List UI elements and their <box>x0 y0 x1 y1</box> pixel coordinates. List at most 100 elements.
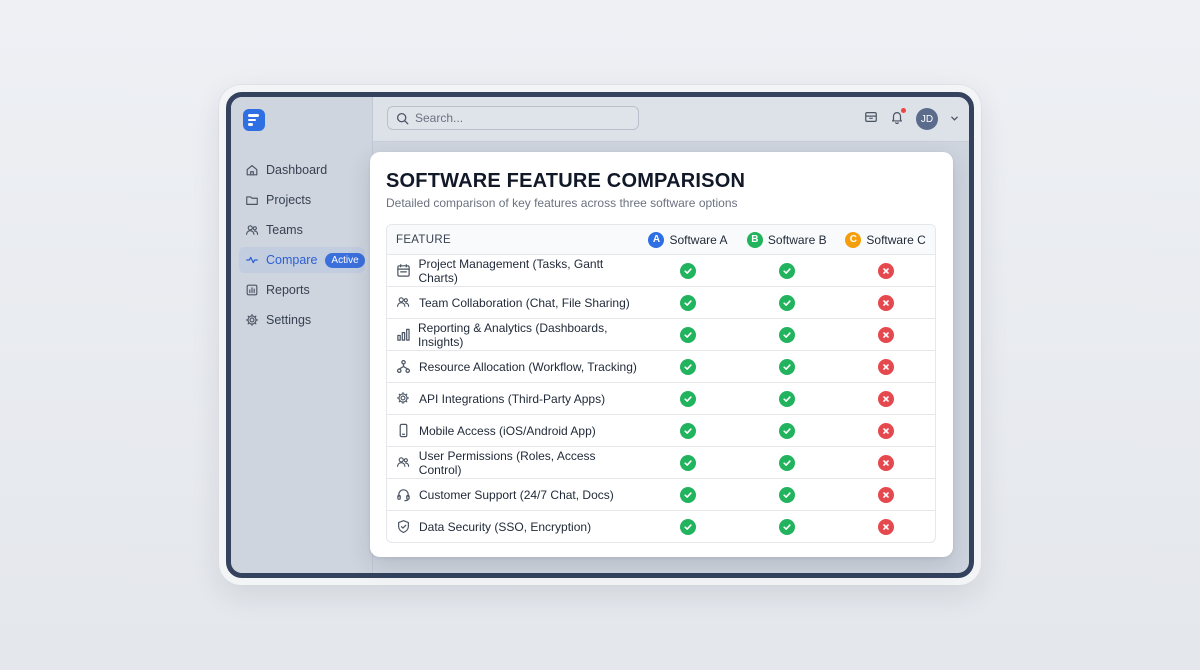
users-icon <box>396 455 412 471</box>
sidebar-item-projects[interactable]: Projects <box>239 187 365 213</box>
table-row: Reporting & Analytics (Dashboards, Insig… <box>387 318 935 350</box>
software-c-cell <box>836 326 935 343</box>
search-icon <box>396 112 409 124</box>
check-icon <box>679 390 696 407</box>
sidebar-item-teams[interactable]: Teams <box>239 217 365 243</box>
sidebar-item-label: Compare <box>266 253 318 267</box>
software-b-cell <box>737 262 836 279</box>
sidebar-item-dashboard[interactable]: Dashboard <box>239 157 365 183</box>
cross-icon <box>877 518 894 535</box>
notification-dot <box>901 107 906 113</box>
sidebar-item-label: Projects <box>266 193 312 207</box>
feature-label: Resource Allocation (Workflow, Tracking) <box>419 359 637 374</box>
check-icon <box>679 326 696 343</box>
chevron-down-icon[interactable] <box>950 110 959 128</box>
cross-icon <box>877 294 894 311</box>
workflow-icon <box>396 359 412 375</box>
check-icon <box>679 358 696 375</box>
compare-icon <box>245 253 259 267</box>
software-c-cell <box>836 390 935 407</box>
software-b-cell <box>737 518 836 535</box>
table-row: User Permissions (Roles, Access Control) <box>387 446 935 478</box>
software-c-cell <box>836 262 935 279</box>
software-c-cell <box>836 294 935 311</box>
table-row: Team Collaboration (Chat, File Sharing) <box>387 286 935 318</box>
software-c-cell <box>836 358 935 375</box>
sidebar: Dashboard Projects Teams Compare Active Repor… <box>231 97 373 573</box>
topbar: Search... JD <box>373 97 969 142</box>
sidebar-item-reports[interactable]: Reports <box>239 277 365 303</box>
software-a-badge: A <box>648 231 665 248</box>
search-input[interactable]: Search... <box>387 106 639 130</box>
check-icon <box>778 326 795 343</box>
table-header-row: FEATURE A Software A B Software B C Soft… <box>387 225 935 254</box>
shield-icon <box>396 519 412 535</box>
check-icon <box>778 390 795 407</box>
notifications-bell-icon[interactable] <box>890 107 906 129</box>
table-row: Data Security (SSO, Encryption) <box>387 510 935 542</box>
software-b-header: B Software B <box>737 231 836 248</box>
software-c-header: C Software C <box>836 231 935 248</box>
home-icon <box>245 163 259 177</box>
feature-cell: Project Management (Tasks, Gantt Charts) <box>387 257 639 285</box>
status-badge: Active <box>325 252 365 268</box>
sidebar-item-compare[interactable]: Compare Active <box>239 247 365 273</box>
user-avatar[interactable]: JD <box>916 108 938 130</box>
check-icon <box>778 422 795 439</box>
gear-icon <box>396 391 412 407</box>
comparison-card: SOFTWARE FEATURE COMPARISON Detailed com… <box>370 152 953 557</box>
folder-icon <box>245 193 259 207</box>
check-icon <box>778 454 795 471</box>
software-c-cell <box>836 422 935 439</box>
check-icon <box>679 486 696 503</box>
feature-label: Reporting & Analytics (Dashboards, Insig… <box>418 320 608 349</box>
software-c-cell <box>836 454 935 471</box>
feature-cell: Mobile Access (iOS/Android App) <box>387 423 639 439</box>
feature-label: Team Collaboration (Chat, File Sharing) <box>419 295 630 310</box>
cross-icon <box>877 422 894 439</box>
software-a-cell <box>639 358 738 375</box>
cross-icon <box>877 390 894 407</box>
table-row: Mobile Access (iOS/Android App) <box>387 414 935 446</box>
check-icon <box>778 358 795 375</box>
gear-icon <box>245 313 259 327</box>
check-icon <box>679 422 696 439</box>
headset-icon <box>396 487 412 503</box>
sidebar-item-settings[interactable]: Settings <box>239 307 365 333</box>
app-logo[interactable] <box>243 109 265 131</box>
table-row: Resource Allocation (Workflow, Tracking) <box>387 350 935 382</box>
software-b-cell <box>737 486 836 503</box>
software-a-cell <box>639 294 738 311</box>
software-c-name: Software C <box>866 232 926 247</box>
software-c-cell <box>836 486 935 503</box>
software-a-cell <box>639 422 738 439</box>
check-icon <box>679 518 696 535</box>
feature-cell: API Integrations (Third-Party Apps) <box>387 391 639 407</box>
topbar-actions: JD <box>864 107 959 130</box>
cross-icon <box>877 326 894 343</box>
users-icon <box>396 295 412 311</box>
search-placeholder: Search... <box>415 111 464 125</box>
software-b-cell <box>737 390 836 407</box>
table-row: API Integrations (Third-Party Apps) <box>387 382 935 414</box>
check-icon <box>679 454 696 471</box>
check-icon <box>778 518 795 535</box>
calendar-icon <box>396 263 411 279</box>
phone-icon <box>396 423 412 439</box>
cross-icon <box>877 262 894 279</box>
feature-cell: Team Collaboration (Chat, File Sharing) <box>387 295 639 311</box>
feature-column-header: FEATURE <box>396 233 451 246</box>
inbox-icon[interactable] <box>864 110 878 129</box>
software-a-cell <box>639 390 738 407</box>
check-icon <box>778 294 795 311</box>
feature-cell: Customer Support (24/7 Chat, Docs) <box>387 487 639 503</box>
software-c-cell <box>836 518 935 535</box>
feature-label: Mobile Access (iOS/Android App) <box>419 423 596 438</box>
feature-label: Data Security (SSO, Encryption) <box>419 519 592 534</box>
software-b-cell <box>737 422 836 439</box>
page-title: SOFTWARE FEATURE COMPARISON <box>386 170 746 192</box>
software-b-name: Software B <box>767 232 827 247</box>
cross-icon <box>877 486 894 503</box>
software-c-badge: C <box>845 231 862 248</box>
cross-icon <box>877 454 894 471</box>
